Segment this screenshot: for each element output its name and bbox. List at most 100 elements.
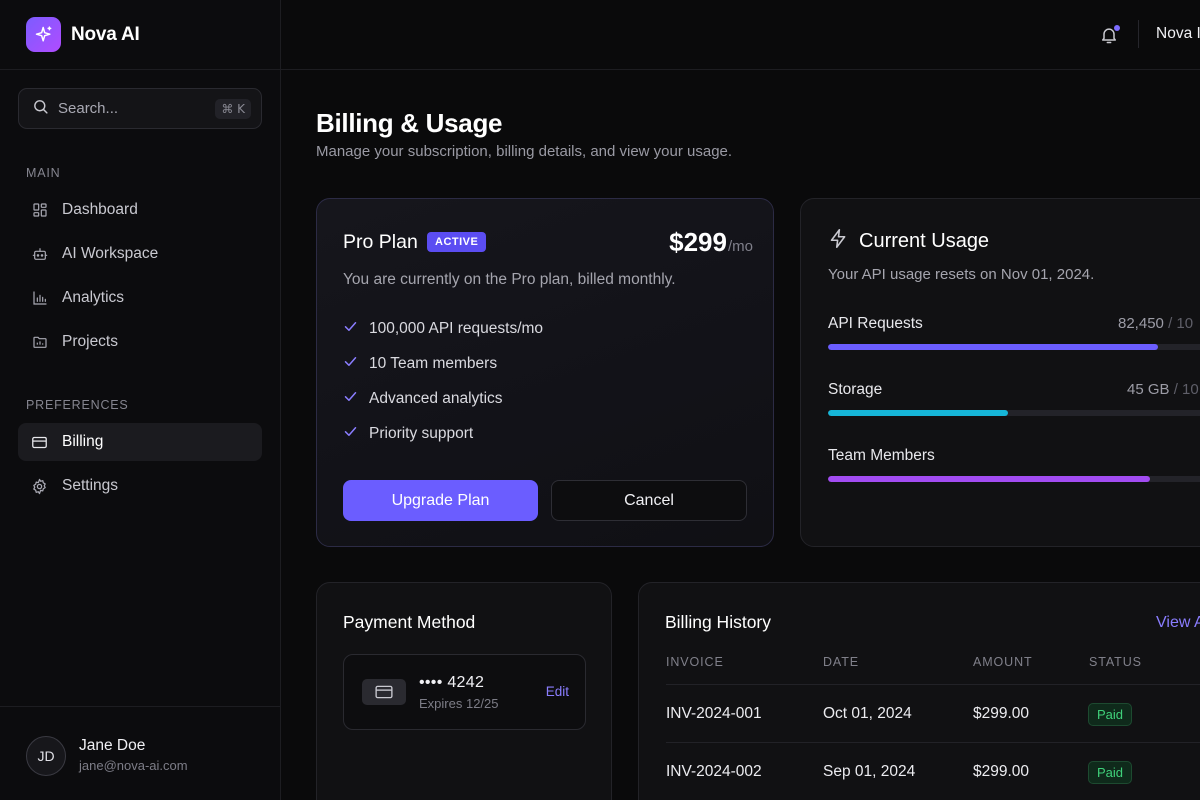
sidebar-item-label: Projects bbox=[62, 333, 118, 350]
invoice-id: INV-2024-002 bbox=[666, 763, 762, 780]
check-icon bbox=[343, 424, 358, 444]
credit-card-icon bbox=[31, 434, 48, 451]
billing-history-card: Billing History View A INVOICE DATE AMOU… bbox=[638, 582, 1200, 800]
invoice-amount: $299.00 bbox=[973, 705, 1030, 722]
metric-value: 45 GB / 10 bbox=[1127, 381, 1199, 398]
check-icon bbox=[343, 319, 358, 339]
plan-feature-label: Priority support bbox=[369, 425, 474, 442]
plan-feature: 10 Team members bbox=[343, 354, 497, 374]
notification-dot bbox=[1114, 25, 1120, 31]
sidebar-divider bbox=[0, 69, 281, 70]
header-divider bbox=[1138, 20, 1139, 48]
metric-label: Team Members bbox=[828, 447, 935, 464]
column-header-invoice: INVOICE bbox=[666, 655, 724, 669]
sidebar-item-projects[interactable]: Projects bbox=[18, 323, 262, 361]
section-label-preferences: PREFERENCES bbox=[26, 398, 129, 412]
section-label-main: MAIN bbox=[26, 166, 61, 180]
plan-description: You are currently on the Pro plan, bille… bbox=[343, 271, 676, 288]
sidebar-item-ai-workspace[interactable]: AI Workspace bbox=[18, 235, 262, 273]
plan-feature-label: 100,000 API requests/mo bbox=[369, 320, 544, 337]
usage-subtitle: Your API usage resets on Nov 01, 2024. bbox=[828, 266, 1095, 283]
plan-feature: 100,000 API requests/mo bbox=[343, 319, 543, 339]
top-header: Nova I bbox=[281, 0, 1200, 70]
sidebar-item-label: Analytics bbox=[62, 289, 125, 306]
upgrade-plan-button[interactable]: Upgrade Plan bbox=[343, 480, 538, 521]
edit-card-link[interactable]: Edit bbox=[546, 684, 569, 699]
sidebar-item-billing[interactable]: Billing bbox=[18, 423, 262, 461]
billing-history-title: Billing History bbox=[665, 612, 771, 632]
metric-limit: / 10 bbox=[1168, 315, 1194, 332]
sparkle-logo-icon bbox=[26, 17, 61, 52]
progress-fill bbox=[828, 410, 1008, 416]
search-shortcut: ⌘ K bbox=[215, 98, 251, 119]
progress-bar bbox=[828, 410, 1200, 416]
plan-card: Pro Plan ACTIVE $299 /mo You are current… bbox=[316, 198, 774, 547]
notification-bell-icon[interactable] bbox=[1099, 24, 1121, 46]
brand[interactable]: Nova AI bbox=[26, 17, 140, 52]
plan-feature: Priority support bbox=[343, 424, 473, 444]
payment-title: Payment Method bbox=[343, 612, 476, 632]
credit-card-icon bbox=[362, 679, 406, 705]
table-divider bbox=[666, 742, 1200, 743]
metric-current: 45 GB bbox=[1127, 381, 1170, 398]
sidebar-item-settings[interactable]: Settings bbox=[18, 467, 262, 505]
user-profile[interactable]: JD Jane Doe jane@nova-ai.com bbox=[0, 706, 281, 800]
table-divider bbox=[666, 684, 1200, 685]
view-all-link[interactable]: View A bbox=[1156, 614, 1200, 632]
robot-icon bbox=[31, 246, 48, 263]
check-icon bbox=[343, 389, 358, 409]
sidebar-item-label: Dashboard bbox=[62, 201, 138, 218]
progress-fill bbox=[828, 344, 1158, 350]
progress-bar bbox=[828, 476, 1200, 482]
column-header-amount: AMOUNT bbox=[973, 655, 1033, 669]
payment-method-card: Payment Method •••• 4242 Expires 12/25 E… bbox=[316, 582, 612, 800]
search-placeholder: Search... bbox=[58, 100, 119, 117]
progress-fill bbox=[828, 476, 1150, 482]
usage-title: Current Usage bbox=[859, 229, 990, 252]
avatar: JD bbox=[26, 736, 66, 776]
user-email: jane@nova-ai.com bbox=[79, 758, 188, 773]
cancel-plan-button[interactable]: Cancel bbox=[551, 480, 747, 521]
page-subtitle: Manage your subscription, billing detail… bbox=[316, 143, 733, 160]
price-amount: $299 bbox=[669, 227, 727, 257]
sidebar-item-analytics[interactable]: Analytics bbox=[18, 279, 262, 317]
usage-card: Current Usage Your API usage resets on N… bbox=[800, 198, 1200, 547]
search-icon bbox=[32, 98, 49, 120]
sidebar-item-label: Billing bbox=[62, 433, 104, 450]
sidebar-item-label: AI Workspace bbox=[62, 245, 159, 262]
lightning-icon bbox=[828, 228, 849, 254]
dashboard-icon bbox=[31, 202, 48, 219]
header-user-menu[interactable]: Nova I bbox=[1156, 25, 1200, 43]
column-header-date: DATE bbox=[823, 655, 860, 669]
invoice-id: INV-2024-001 bbox=[666, 705, 762, 722]
status-badge: Paid bbox=[1088, 703, 1133, 726]
metric-label: API Requests bbox=[828, 315, 923, 332]
gear-icon bbox=[31, 478, 48, 495]
metric-value: 82,450 / 10 bbox=[1118, 315, 1193, 332]
invoice-amount: $299.00 bbox=[973, 763, 1030, 780]
sidebar-item-dashboard[interactable]: Dashboard bbox=[18, 191, 262, 229]
sidebar-item-label: Settings bbox=[62, 477, 119, 494]
card-number: •••• 4242 bbox=[419, 674, 485, 691]
check-icon bbox=[343, 354, 358, 374]
user-name: Jane Doe bbox=[79, 737, 146, 754]
folder-icon bbox=[31, 334, 48, 351]
invoice-date: Oct 01, 2024 bbox=[823, 705, 912, 722]
saved-card: •••• 4242 Expires 12/25 Edit bbox=[343, 654, 586, 730]
progress-bar bbox=[828, 344, 1200, 350]
plan-feature-label: Advanced analytics bbox=[369, 390, 503, 407]
status-badge: Paid bbox=[1088, 761, 1133, 784]
invoice-date: Sep 01, 2024 bbox=[823, 763, 916, 780]
page-title: Billing & Usage bbox=[316, 108, 503, 138]
status-badge: ACTIVE bbox=[427, 232, 487, 252]
plan-feature-label: 10 Team members bbox=[369, 355, 498, 372]
bar-chart-icon bbox=[31, 290, 48, 307]
metric-label: Storage bbox=[828, 381, 883, 398]
usage-header: Current Usage bbox=[828, 228, 989, 254]
search-input[interactable]: Search... ⌘ K bbox=[18, 88, 262, 129]
plan-price: $299 /mo bbox=[669, 227, 753, 258]
price-period: /mo bbox=[727, 238, 753, 255]
column-header-status: STATUS bbox=[1089, 655, 1142, 669]
metric-current: 82,450 bbox=[1118, 315, 1164, 332]
plan-name: Pro Plan bbox=[343, 231, 418, 253]
